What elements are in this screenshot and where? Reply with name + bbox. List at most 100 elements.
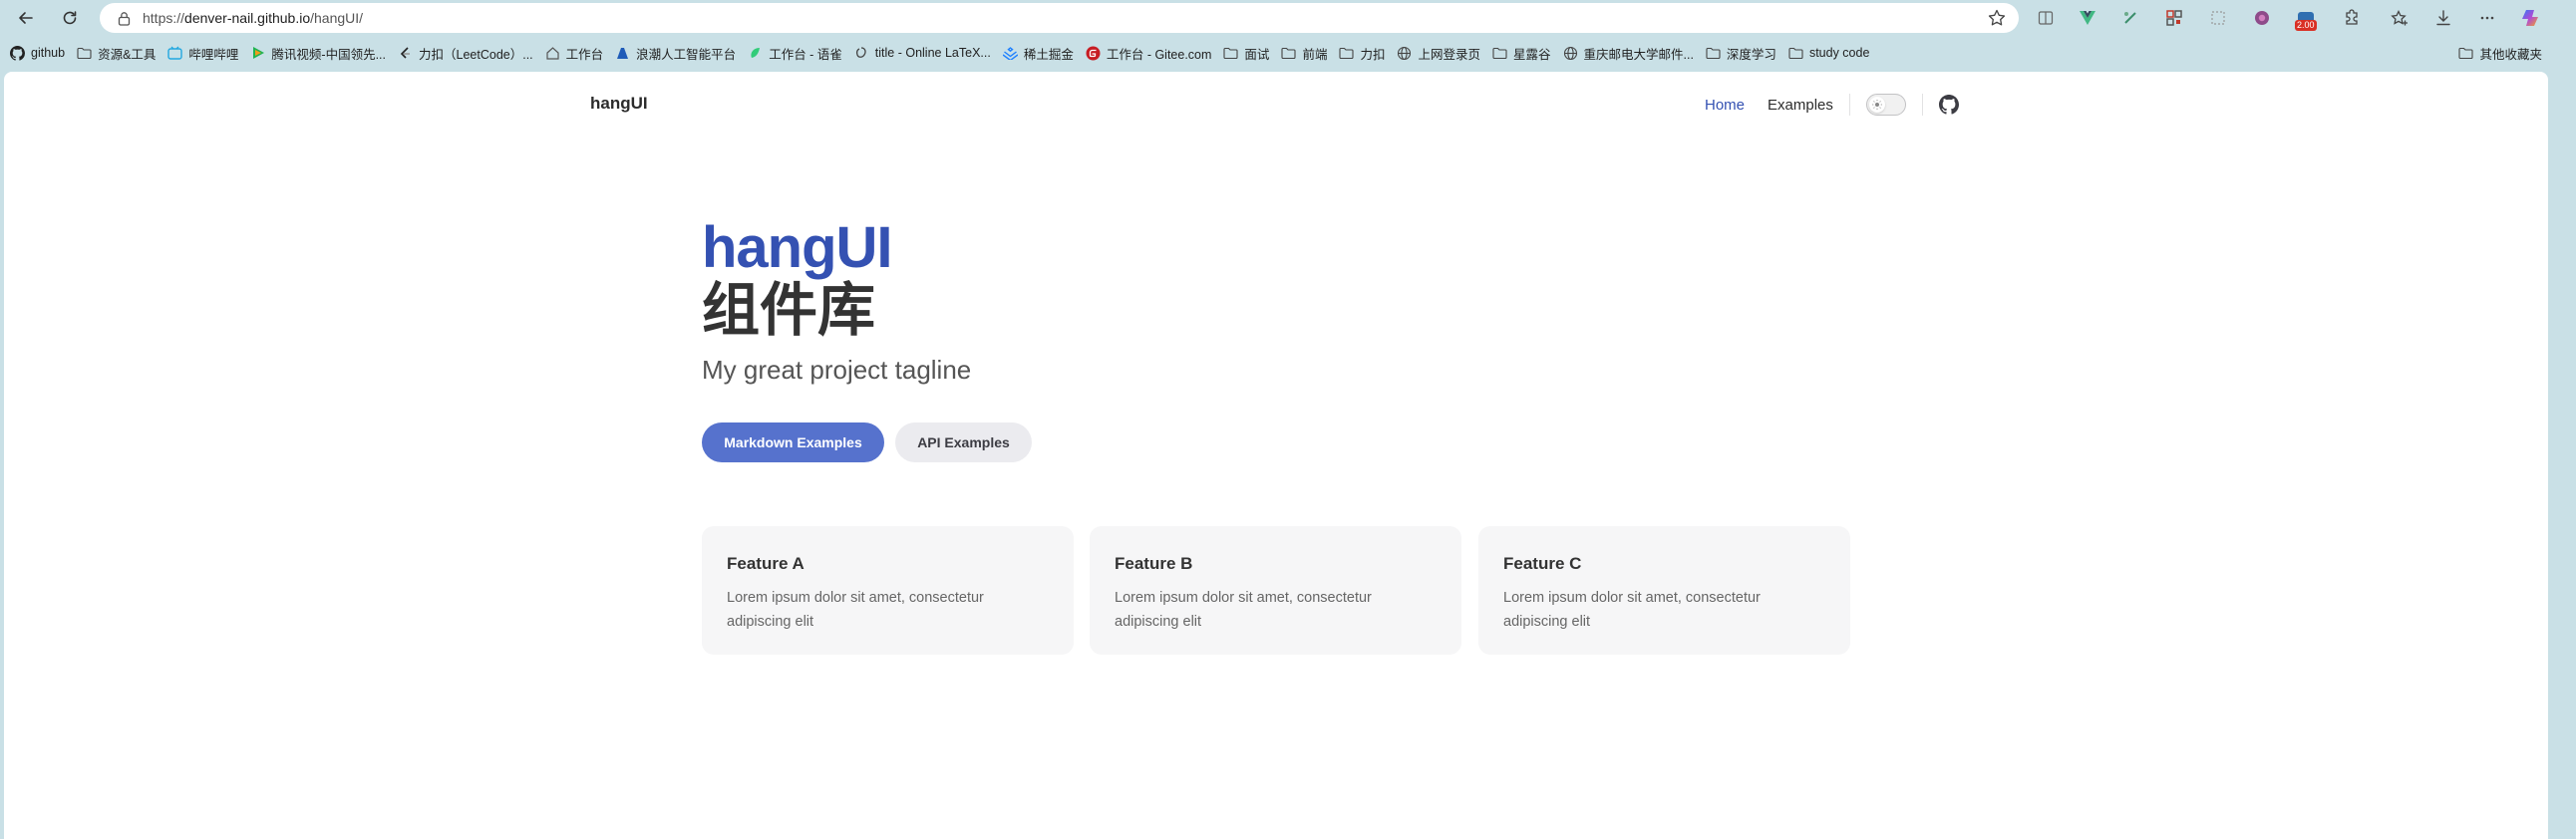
bookmark-item[interactable]: 腾讯视频-中国领先... (244, 41, 392, 65)
feature-card: Feature B Lorem ipsum dolor sit amet, co… (1090, 526, 1461, 655)
globe-icon (1397, 46, 1412, 61)
nav-examples-link[interactable]: Examples (1768, 97, 1833, 114)
overleaf-icon (854, 46, 869, 61)
bookmark-label: 工作台 (565, 47, 604, 62)
bookmark-item[interactable]: 工作台 (539, 41, 610, 65)
api-examples-button[interactable]: API Examples (895, 422, 1032, 462)
leetcode-icon (398, 46, 413, 61)
bookmark-item[interactable]: 重庆邮电大学邮件... (1557, 41, 1700, 65)
hero-text: 组件库 (702, 276, 876, 344)
globe-icon (1563, 46, 1578, 61)
page-viewport: hangUI Home Examples hangUI 组件库 My great… (4, 72, 2548, 839)
bookmark-item[interactable]: 上网登录页 (1391, 41, 1486, 65)
tencent-video-icon (250, 46, 265, 61)
copilot-icon[interactable] (2519, 7, 2541, 29)
favorites-icon[interactable] (2389, 7, 2411, 29)
other-bookmarks[interactable]: 其他收藏夹 (2452, 41, 2548, 65)
sun-icon (1868, 97, 1885, 113)
bookmark-item[interactable]: 浪潮人工智能平台 (609, 41, 742, 65)
back-button[interactable] (14, 6, 38, 30)
feature-title: Feature B (1115, 554, 1193, 573)
bookmark-label: 浪潮人工智能平台 (636, 47, 737, 62)
bookmark-label: 资源&工具 (98, 47, 157, 62)
feature-details: Lorem ipsum dolor sit amet, consectetur … (727, 590, 984, 630)
bookmark-item[interactable]: 前端 (1275, 41, 1333, 65)
hero-tagline: My great project tagline (702, 355, 972, 385)
extension-icon[interactable] (2119, 7, 2141, 29)
site-brand[interactable]: hangUI (590, 94, 648, 114)
github-icon[interactable] (1938, 95, 1959, 115)
bookmark-item[interactable]: 力扣 (1333, 41, 1391, 65)
bookmark-item[interactable]: 哔哩哔哩 (161, 41, 244, 65)
qr-code-icon[interactable] (2163, 7, 2185, 29)
extension-badge-icon[interactable]: 2.00 (2295, 7, 2317, 31)
bookmark-label: study code (1808, 46, 1870, 60)
folder-icon (2458, 46, 2474, 61)
site-header: hangUI Home Examples (4, 72, 2548, 136)
bookmark-label: 深度学习 (1726, 47, 1776, 62)
bookmark-item[interactable]: 稀土掘金 (997, 41, 1080, 65)
screenshot-icon[interactable] (2207, 7, 2229, 29)
bookmark-label: 上网登录页 (1418, 47, 1480, 62)
bookmark-item[interactable]: 工作台 - Gitee.com (1080, 41, 1218, 65)
reading-view-icon[interactable] (2035, 7, 2057, 29)
extensions-puzzle-icon[interactable] (2341, 7, 2363, 29)
bookmark-item[interactable]: title - Online LaTeX... (848, 41, 997, 65)
folder-icon (77, 46, 92, 61)
bookmark-label: 哔哩哔哩 (188, 47, 239, 62)
nav-home-link[interactable]: Home (1705, 97, 1745, 114)
vue-devtools-icon[interactable] (2077, 7, 2098, 29)
extension-badge: 2.00 (2295, 20, 2317, 31)
address-bar[interactable]: https://denver-nail.github.io/hangUI/ (100, 3, 2019, 33)
bookmark-item[interactable]: github (4, 41, 71, 65)
folder-icon (1223, 46, 1238, 61)
bookmark-item[interactable]: 深度学习 (1700, 41, 1782, 65)
bookmark-item[interactable]: 工作台 - 语雀 (742, 41, 848, 65)
divider (1921, 94, 1923, 116)
feature-title: Feature A (727, 554, 805, 573)
bookmark-item[interactable]: 面试 (1217, 41, 1275, 65)
bookmark-label: github (31, 46, 66, 60)
downloads-icon[interactable] (2432, 7, 2454, 29)
folder-icon (1706, 46, 1721, 61)
arrow-left-icon (19, 12, 33, 24)
extension-circle-icon[interactable] (2251, 7, 2273, 29)
bookmark-label: 星露谷 (1512, 47, 1551, 62)
gitee-icon (1086, 46, 1101, 61)
yuque-icon (748, 46, 763, 61)
bookmark-label: title - Online LaTeX... (874, 46, 991, 60)
reload-button[interactable] (58, 6, 82, 30)
bookmark-label: 工作台 - 语雀 (769, 47, 842, 62)
url-prefix: https:// (143, 10, 185, 26)
feature-title: Feature C (1503, 554, 1582, 573)
folder-icon (1492, 46, 1507, 61)
divider (1848, 94, 1850, 116)
bookmark-label: 工作台 - Gitee.com (1106, 47, 1212, 62)
browser-toolbar: https://denver-nail.github.io/hangUI/ 2.… (0, 0, 2576, 36)
bookmark-item[interactable]: 力扣（LeetCode）... (392, 41, 539, 65)
bookmark-label: 前端 (1302, 47, 1328, 62)
top-nav: Home Examples (1705, 94, 1959, 116)
bookmark-item[interactable]: 资源&工具 (71, 41, 161, 65)
folder-icon (1788, 46, 1803, 61)
bookmark-label: 腾讯视频-中国领先... (271, 47, 387, 62)
reload-icon (63, 11, 77, 25)
feature-card: Feature C Lorem ipsum dolor sit amet, co… (1478, 526, 1850, 655)
bookmarks-bar: github 资源&工具 哔哩哔哩 腾讯视频-中国领先... 力扣（LeetCode）.… (0, 38, 2576, 68)
feature-card: Feature A Lorem ipsum dolor sit amet, co… (702, 526, 1074, 655)
theme-toggle[interactable] (1865, 94, 1906, 116)
lock-icon (118, 11, 131, 26)
bookmark-label: 面试 (1244, 47, 1270, 62)
other-bookmarks-label: 其他收藏夹 (2479, 47, 2542, 62)
url-path: /hangUI/ (310, 10, 364, 26)
bookmark-item[interactable]: study code (1782, 41, 1875, 65)
more-menu-icon[interactable] (2476, 7, 2498, 29)
url-host: denver-nail.github.io (184, 10, 311, 26)
juejin-icon (1002, 46, 1018, 61)
markdown-examples-button[interactable]: Markdown Examples (702, 422, 884, 462)
bookmark-item[interactable]: 星露谷 (1486, 41, 1557, 65)
bookmark-label: 稀土掘金 (1023, 47, 1074, 62)
github-icon (10, 45, 25, 61)
favorite-star-icon[interactable] (1987, 8, 2007, 28)
hero-name: hangUI (702, 215, 893, 280)
